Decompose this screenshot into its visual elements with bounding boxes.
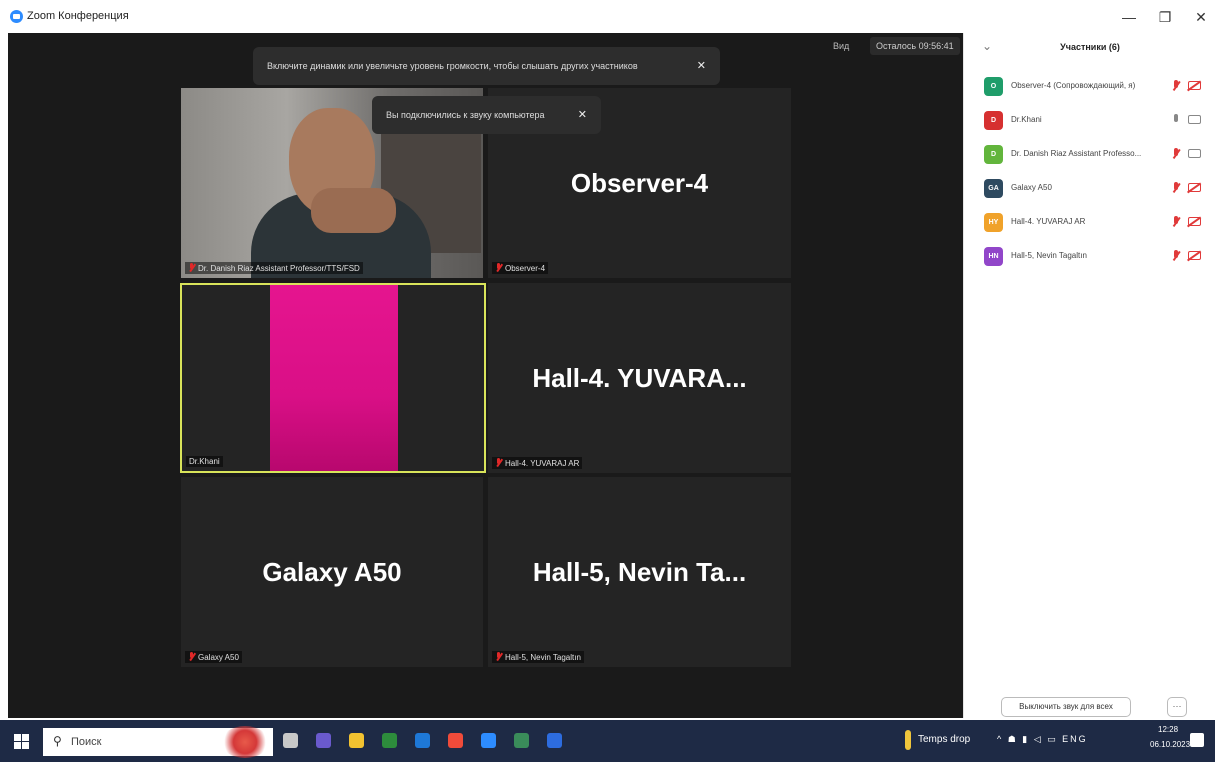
minimize-button[interactable]: — [1112,4,1146,30]
avatar: GA [984,179,1003,198]
participant-row[interactable]: D Dr.Khani [964,105,1215,139]
tile-caption-text: Galaxy A50 [198,653,239,662]
volume-notice-text: Включите динамик или увеличьте уровень г… [267,61,638,71]
camera-feed [270,285,398,471]
participant-row[interactable]: GA Galaxy A50 [964,173,1215,207]
participants-header: ⌄ Участники (6) [964,33,1215,63]
chrome-icon[interactable] [448,733,463,748]
search-placeholder: Поиск [71,736,102,748]
weather-text[interactable]: Temps drop [918,734,970,745]
avatar: HN [984,247,1003,266]
maximize-button[interactable]: ❐ [1148,4,1182,30]
mic-icon[interactable] [1171,113,1181,127]
taskbar-search-box[interactable]: ⚲ Поиск [43,726,273,758]
file-explorer-icon[interactable] [349,733,364,748]
mic-muted-icon [495,458,502,467]
tile-caption-text: Dr. Danish Riaz Assistant Professor/TTS/… [198,264,360,273]
video-tile[interactable]: Galaxy A50 Galaxy A50 [181,477,483,667]
camera-off-icon[interactable] [1188,251,1201,260]
camera-icon[interactable] [1188,149,1201,158]
tile-caption: Hall-5, Nevin Tagaltın [492,651,584,663]
avatar: D [984,111,1003,130]
app-icon[interactable] [316,733,331,748]
notification-icon[interactable] [1190,733,1204,747]
tile-caption-text: Hall-4. YUVARAJ AR [505,459,580,468]
mic-muted-icon[interactable] [1171,79,1181,93]
more-options-button[interactable]: ··· [1167,697,1187,717]
video-tile[interactable]: Hall-5, Nevin Ta... Hall-5, Nevin Tagalt… [488,477,791,667]
task-view-icon[interactable] [283,733,298,748]
participant-row[interactable]: O Observer-4 (Сопровождающий, я) [964,71,1215,105]
participants-title: Участники (6) [1060,42,1120,52]
mic-muted-icon [495,263,502,272]
search-highlight-image [221,726,269,758]
close-notice-icon[interactable]: ✕ [578,96,587,134]
zoom-logo-icon [10,10,23,23]
close-button[interactable]: ✕ [1184,4,1215,30]
participant-name: Observer-4 (Сопровождающий, я) [1011,81,1136,90]
title-bar: Zoom Конференция — ❐ ✕ [0,0,1215,34]
tile-caption: Hall-4. YUVARAJ AR [492,457,583,469]
participant-name: Hall-5, Nevin Tagaltın [1011,251,1087,260]
mic-muted-icon [495,652,502,661]
tile-caption: Galaxy A50 [185,651,242,663]
tile-caption-text: Dr.Khani [189,457,220,466]
meeting-gallery: Вид Осталось 09:56:41 Dr. Danish Riaz As… [8,33,963,718]
avatar: O [984,77,1003,96]
camera-off-icon[interactable] [1188,217,1201,226]
tile-name: Hall-4. YUVARA... [532,363,747,393]
clock-date[interactable]: 06.10.2023 [1150,740,1190,749]
avatar: D [984,145,1003,164]
camera-off-icon[interactable] [1188,183,1201,192]
avatar: HY [984,213,1003,232]
tile-caption-text: Hall-5, Nevin Tagaltın [505,653,581,662]
participant-name: Hall-4. YUVARAJ AR [1011,217,1086,226]
mic-muted-icon[interactable] [1171,215,1181,229]
weather-icon[interactable] [905,730,911,750]
mic-muted-icon[interactable] [1171,249,1181,263]
meeting-timer: Осталось 09:56:41 [870,37,960,55]
participant-row[interactable]: HN Hall-5, Nevin Tagaltın [964,241,1215,275]
video-tile-active-speaker[interactable]: Dr.Khani [180,283,486,473]
mic-muted-icon[interactable] [1171,147,1181,161]
view-button[interactable]: Вид [833,41,849,51]
tile-caption: Dr.Khani [186,456,223,467]
volume-notice: Включите динамик или увеличьте уровень г… [253,47,720,85]
participant-name: Galaxy A50 [1011,183,1052,192]
windows-start-icon[interactable] [14,734,29,749]
app-icon[interactable] [514,733,529,748]
close-notice-icon[interactable]: ✕ [697,47,706,85]
participants-panel: ⌄ Участники (6) O Observer-4 (Сопровожда… [963,33,1215,718]
tile-name: Observer-4 [570,168,709,198]
store-icon[interactable] [382,733,397,748]
search-icon: ⚲ [53,734,62,748]
camera-icon[interactable] [1188,115,1201,124]
zoom-desktop: Zoom Конференция — ❐ ✕ Вид Осталось 09:5… [0,0,1215,762]
mute-all-button[interactable]: Выключить звук для всех [1001,697,1131,717]
audio-notice: Вы подключились к звуку компьютера ✕ [372,96,601,134]
participant-name: Dr. Danish Riaz Assistant Professo... [1011,149,1142,158]
mic-muted-icon[interactable] [1171,181,1181,195]
participant-row[interactable]: D Dr. Danish Riaz Assistant Professo... [964,139,1215,173]
clock-time[interactable]: 12:28 [1158,725,1178,734]
mic-muted-icon [188,263,195,272]
audio-notice-text: Вы подключились к звуку компьютера [386,110,545,120]
windows-taskbar: ⚲ Поиск Temps drop ^ ☗ ▮ ◁ ▭ ENG 12:28 0… [0,720,1215,762]
participant-row[interactable]: HY Hall-4. YUVARAJ AR [964,207,1215,241]
zoom-taskbar-icon[interactable] [481,733,496,748]
camera-off-icon[interactable] [1188,81,1201,90]
mail-icon[interactable] [415,733,430,748]
tile-caption: Observer-4 [492,262,549,274]
video-tile[interactable]: Hall-4. YUVARA... Hall-4. YUVARAJ AR [488,283,791,473]
tile-caption: Dr. Danish Riaz Assistant Professor/TTS/… [185,262,363,274]
tile-name: Hall-5, Nevin Ta... [532,557,747,587]
mic-muted-icon [188,652,195,661]
app-icon[interactable] [547,733,562,748]
system-tray-icons[interactable]: ^ ☗ ▮ ◁ ▭ ENG [997,734,1088,745]
window-title: Zoom Конференция [27,10,129,22]
participant-hand [311,188,396,233]
tile-caption-text: Observer-4 [505,264,546,273]
tile-name: Galaxy A50 [262,557,402,587]
participant-name: Dr.Khani [1011,115,1042,124]
